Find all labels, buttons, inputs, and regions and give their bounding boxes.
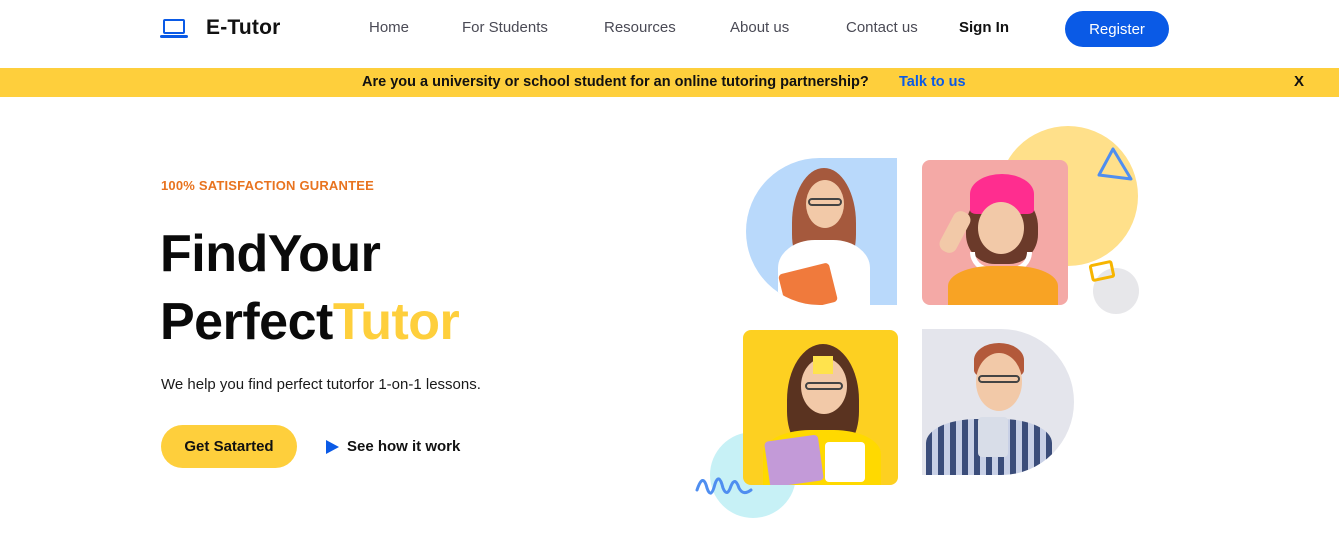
student-photo-1 <box>746 158 897 305</box>
nav-link-home[interactable]: Home <box>369 19 409 36</box>
brand-name: E-Tutor <box>206 16 281 39</box>
see-how-label: See how it work <box>347 438 461 455</box>
student-photo-4 <box>922 329 1074 475</box>
laptop-icon <box>160 17 188 39</box>
student-photo-2 <box>922 160 1068 305</box>
close-banner-button[interactable]: X <box>1294 73 1304 90</box>
get-started-button[interactable]: Get Satarted <box>161 425 297 468</box>
student-photo-3 <box>743 330 898 485</box>
headline-line-1: FindYour <box>160 225 381 283</box>
banner-text: Are you a university or school student f… <box>362 74 869 90</box>
nav-link-resources[interactable]: Resources <box>604 19 676 36</box>
talk-to-us-link[interactable]: Talk to us <box>899 74 966 90</box>
nav-link-contact-us[interactable]: Contact us <box>846 19 918 36</box>
headline-line-2: Perfect <box>160 293 333 351</box>
headline-accent: Tutor <box>332 293 460 351</box>
play-icon <box>326 439 339 454</box>
nav-link-for-students[interactable]: For Students <box>462 19 548 36</box>
register-button[interactable]: Register <box>1065 11 1169 47</box>
brand-logo[interactable]: E-Tutor <box>160 16 281 40</box>
hero-headline: FindYour PerfectTutor <box>160 220 460 356</box>
promo-banner: Are you a university or school student f… <box>0 68 1339 97</box>
navbar: E-Tutor Home For Students Resources Abou… <box>0 0 1339 68</box>
nav-link-about-us[interactable]: About us <box>730 19 789 36</box>
hero-subtext: We help you find perfect tutorfor 1-on-1… <box>161 376 481 393</box>
hero-illustration <box>690 120 1150 530</box>
see-how-it-works-link[interactable]: See how it work <box>326 438 460 455</box>
triangle-icon <box>1097 147 1133 181</box>
sign-in-link[interactable]: Sign In <box>959 19 1009 36</box>
satisfaction-guarantee-label: 100% SATISFACTION GURANTEE <box>161 178 374 193</box>
